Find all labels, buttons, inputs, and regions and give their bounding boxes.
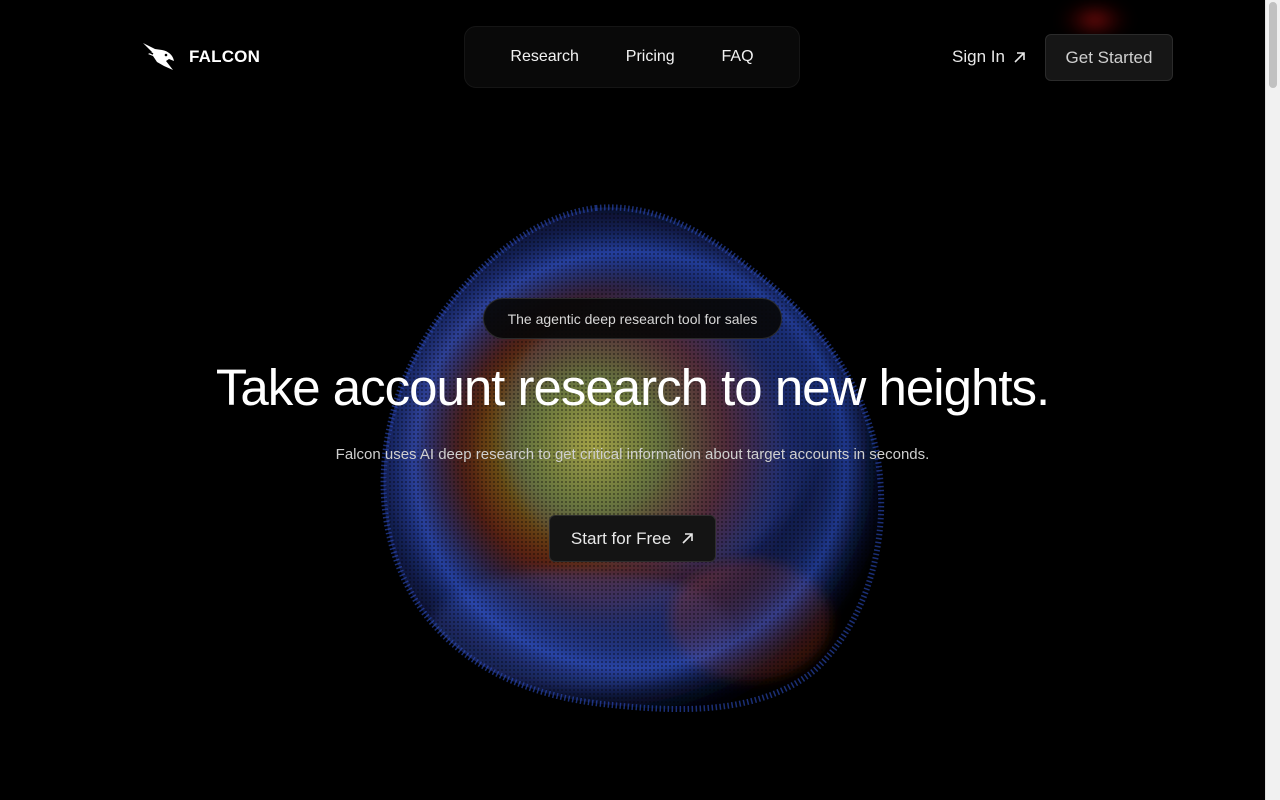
brand-logo[interactable]: FALCON xyxy=(142,42,260,72)
sign-in-label: Sign In xyxy=(952,47,1005,66)
page-scrollbar[interactable] xyxy=(1265,0,1280,800)
get-started-button[interactable]: Get Started xyxy=(1045,34,1173,81)
nav-item-faq[interactable]: FAQ xyxy=(722,48,754,66)
scrollbar-thumb[interactable] xyxy=(1269,2,1277,88)
nav-item-pricing[interactable]: Pricing xyxy=(626,48,675,66)
sign-in-link[interactable]: Sign In xyxy=(952,47,1026,67)
falcon-head-icon xyxy=(143,43,174,70)
start-for-free-button[interactable]: Start for Free xyxy=(549,515,716,562)
hero-badge: The agentic deep research tool for sales xyxy=(483,298,782,339)
hero-headline: Take account research to new heights. xyxy=(215,359,1050,416)
cta-label: Start for Free xyxy=(570,528,672,548)
site-header: FALCON Research Pricing FAQ Sign In Get … xyxy=(0,0,1265,115)
main-nav: Research Pricing FAQ xyxy=(464,26,800,88)
nav-item-research[interactable]: Research xyxy=(510,48,578,66)
brand-name: FALCON xyxy=(189,47,261,66)
landing-page: FALCON Research Pricing FAQ Sign In Get … xyxy=(0,0,1265,800)
arrow-up-right-icon xyxy=(1014,51,1025,63)
hero-subheadline: Falcon uses AI deep research to get crit… xyxy=(335,446,930,463)
arrow-up-right-icon xyxy=(682,533,693,544)
